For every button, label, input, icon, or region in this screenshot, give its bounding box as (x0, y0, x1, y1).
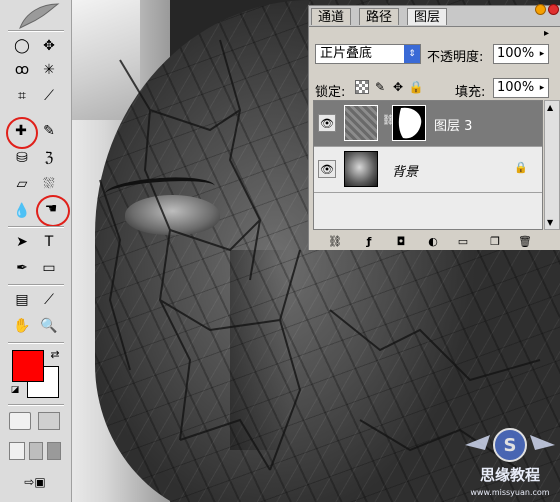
layers-list: 👁 ⛓ 图层 3 👁 背景 🔒 (313, 100, 543, 230)
standard-mode-button[interactable] (9, 412, 31, 430)
lock-all-icon[interactable]: 🔒 (409, 80, 424, 94)
zoom-tool-icon[interactable]: 🔍 (38, 316, 60, 336)
opacity-label: 不透明度: (427, 50, 484, 65)
tab-paths[interactable]: 路径 (359, 8, 400, 25)
scroll-down-icon[interactable]: ▼ (547, 218, 553, 227)
feather-logo-icon (19, 3, 60, 30)
layers-panel: 通道 路径 图层 ▸ 正片叠底 ⇕ 不透明度: 100% ▸ 锁定: ✎ ✥ 🔒… (308, 4, 560, 250)
dodge-tool-icon[interactable]: ☚ (40, 199, 62, 219)
lock-position-icon[interactable]: ✥ (391, 80, 405, 94)
fill-input[interactable]: 100% ▸ (493, 78, 549, 98)
healing-brush-tool-icon[interactable]: ✚ (10, 121, 32, 141)
layer-mask-thumbnail[interactable] (392, 105, 426, 141)
lock-image-pixels-icon[interactable]: ✎ (373, 80, 387, 94)
elliptical-marquee-tool-icon[interactable]: ◯ (11, 36, 33, 56)
svg-text:S: S (504, 435, 517, 456)
scroll-up-icon[interactable]: ▲ (547, 103, 553, 112)
layers-bottom-toolbar: ⛓ ƒ ◘ ◐ ▭ ❐ 🗑 (309, 232, 560, 250)
type-tool-icon[interactable]: T (38, 232, 60, 252)
layer-name[interactable]: 图层 3 (434, 115, 472, 134)
toolbox-divider (8, 404, 64, 406)
layer-row-background[interactable]: 👁 背景 🔒 (314, 147, 542, 193)
screen-mode-full-menu-button[interactable] (29, 442, 43, 460)
lock-transparent-pixels-icon[interactable] (355, 80, 369, 94)
dropdown-arrow-icon[interactable]: ⇕ (404, 45, 420, 63)
hand-tool-icon[interactable]: ✋ (11, 316, 33, 336)
panel-window-controls[interactable] (535, 4, 559, 18)
screen-mode-standard-button[interactable] (9, 442, 25, 460)
opacity-input[interactable]: 100% ▸ (493, 44, 549, 64)
jump-to-imageready-icon[interactable]: ⇨▣ (14, 472, 56, 492)
layer-row-layer3[interactable]: 👁 ⛓ 图层 3 (314, 101, 542, 147)
toolbox-divider (8, 284, 64, 286)
toolbox-divider (8, 30, 64, 32)
notes-tool-icon[interactable]: ▤ (11, 290, 33, 310)
toolbox: ◯ ✥ ꝏ ✳ ⌗ ⟋ ✚ ✎ ⛁ ℨ ▱ ⛆ 💧 ☚ ➤ T ✒ ▭ ▤ ⟋ … (0, 0, 72, 502)
adjustment-layer-icon[interactable]: ◐ (425, 234, 441, 248)
foreground-color-swatch[interactable] (12, 350, 44, 382)
add-mask-icon[interactable]: ◘ (393, 234, 409, 248)
layer-name[interactable]: 背景 (392, 161, 418, 180)
quick-mask-mode-button[interactable] (38, 412, 60, 430)
link-layers-icon[interactable]: ⛓ (327, 234, 343, 248)
new-layer-icon[interactable]: ❐ (487, 234, 503, 248)
blend-mode-select[interactable]: 正片叠底 ⇕ (315, 44, 421, 64)
eyedropper-tool-icon[interactable]: ⟋ (38, 290, 60, 310)
move-tool-icon[interactable]: ✥ (38, 36, 60, 56)
brush-tool-icon[interactable]: ✎ (38, 121, 60, 141)
mask-shape (398, 107, 422, 139)
default-colors-icon[interactable]: ◪ (4, 380, 26, 400)
eye-icon[interactable]: 👁 (318, 114, 336, 132)
magic-wand-tool-icon[interactable]: ✳ (38, 60, 60, 80)
pen-tool-icon[interactable]: ✒ (11, 258, 33, 278)
lasso-tool-icon[interactable]: ꝏ (11, 60, 33, 80)
crop-tool-icon[interactable]: ⌗ (11, 86, 33, 106)
slice-tool-icon[interactable]: ⟋ (38, 86, 60, 106)
screen-mode-full-button[interactable] (47, 442, 61, 460)
blend-mode-value: 正片叠底 (320, 46, 373, 61)
tab-channels[interactable]: 通道 (311, 8, 352, 25)
fill-label: 填充: (455, 85, 486, 100)
lock-label: 锁定: (315, 85, 346, 100)
layer-style-icon[interactable]: ƒ (361, 234, 377, 248)
minimize-icon[interactable] (535, 4, 546, 15)
rectangle-tool-icon[interactable]: ▭ (38, 258, 60, 278)
eraser-tool-icon[interactable]: ▱ (11, 174, 33, 194)
blur-tool-icon[interactable]: 💧 (11, 201, 33, 221)
svg-text:思缘教程: 思缘教程 (480, 466, 540, 484)
new-group-icon[interactable]: ▭ (455, 234, 471, 248)
panel-menu-icon[interactable]: ▸ (544, 28, 556, 40)
swap-colors-icon[interactable]: ⇄ (44, 344, 66, 364)
toolbox-divider (8, 226, 64, 228)
tab-layers[interactable]: 图层 (407, 8, 448, 25)
close-icon[interactable] (548, 4, 559, 15)
fill-value: 100% (497, 80, 535, 95)
paint-bucket-tool-icon[interactable]: ⛆ (38, 174, 60, 194)
svg-text:www.missyuan.com: www.missyuan.com (470, 488, 549, 497)
history-brush-tool-icon[interactable]: ℨ (38, 148, 60, 168)
clone-stamp-tool-icon[interactable]: ⛁ (11, 148, 33, 168)
watermark-logo: S 思缘教程 www.missyuan.com (465, 428, 555, 497)
layer-thumbnail (344, 105, 378, 141)
delete-layer-icon[interactable]: 🗑 (517, 234, 533, 248)
eye-icon[interactable]: 👁 (318, 160, 336, 178)
lock-icon: 🔒 (514, 161, 528, 174)
panel-tab-bar: 通道 路径 图层 (309, 4, 560, 27)
layer-thumbnail (344, 151, 378, 187)
opacity-value: 100% (497, 46, 535, 61)
layers-scrollbar[interactable]: ▲ ▼ (544, 100, 560, 230)
fill-arrow-icon[interactable]: ▸ (536, 79, 548, 97)
path-selection-tool-icon[interactable]: ➤ (11, 232, 33, 252)
opacity-arrow-icon[interactable]: ▸ (536, 45, 548, 63)
